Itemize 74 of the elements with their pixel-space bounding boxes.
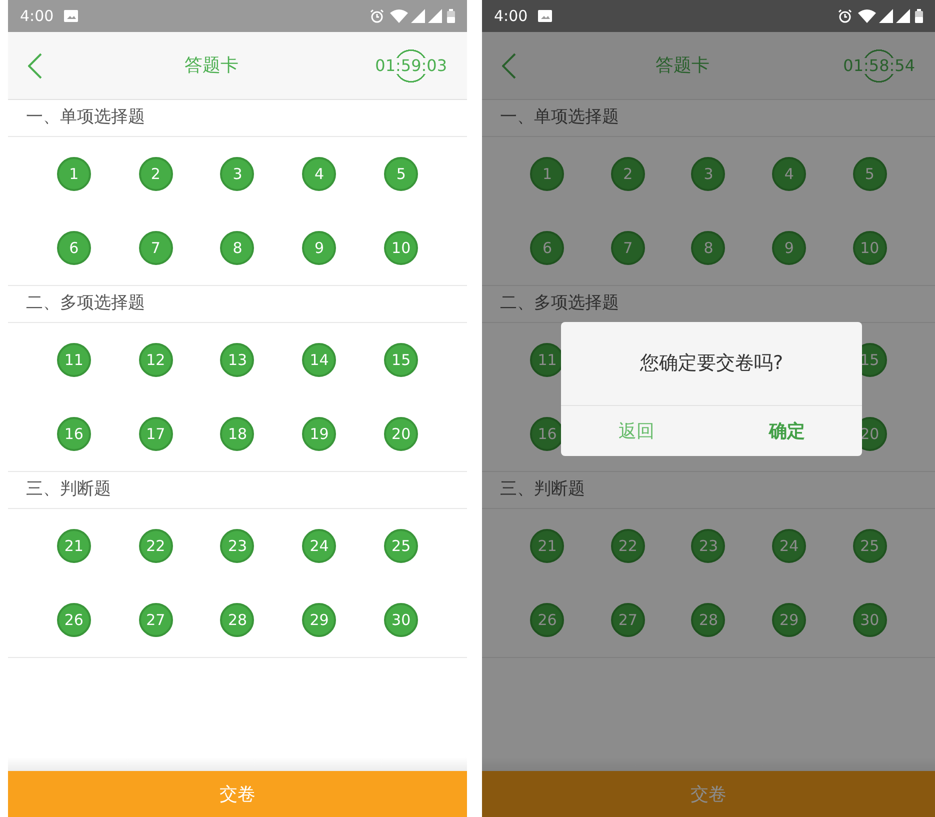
battery-icon: [915, 9, 923, 23]
section-heading: 二、多项选择题: [8, 286, 467, 323]
question-number[interactable]: 28: [691, 603, 726, 637]
question-number[interactable]: 10: [852, 231, 887, 265]
signal-icon: [896, 9, 910, 23]
question-number[interactable]: 5: [384, 157, 418, 191]
question-number[interactable]: 25: [852, 529, 887, 563]
question-number[interactable]: 7: [610, 231, 645, 265]
alarm-icon: [838, 9, 852, 23]
question-number[interactable]: 8: [220, 231, 254, 265]
section-heading: 三、判断题: [8, 472, 467, 509]
question-number[interactable]: 26: [56, 603, 91, 637]
question-number[interactable]: 6: [56, 231, 91, 265]
question-number[interactable]: 24: [302, 529, 336, 563]
section-heading: 一、单项选择题: [482, 100, 935, 137]
question-number[interactable]: 28: [220, 603, 254, 637]
image-icon: [538, 10, 552, 22]
question-number[interactable]: 2: [138, 157, 173, 191]
signal-icon: [428, 9, 442, 23]
battery-icon: [447, 9, 455, 23]
question-number[interactable]: 3: [691, 157, 726, 191]
status-time: 4:00: [20, 6, 54, 27]
question-number[interactable]: 7: [138, 231, 173, 265]
question-number[interactable]: 26: [530, 603, 564, 637]
question-number[interactable]: 21: [56, 529, 91, 563]
submit-button[interactable]: 交卷: [482, 771, 935, 817]
signal-icon: [879, 9, 893, 23]
section-heading: 一、单项选择题: [8, 100, 467, 137]
question-number[interactable]: 12: [138, 343, 173, 377]
page-title: 答题卡: [184, 54, 240, 78]
image-icon: [64, 10, 78, 22]
question-number[interactable]: 15: [384, 343, 418, 377]
question-number[interactable]: 19: [302, 417, 336, 451]
submit-button[interactable]: 交卷: [8, 771, 467, 817]
question-number[interactable]: 2: [610, 157, 645, 191]
question-number[interactable]: 17: [138, 417, 173, 451]
question-number[interactable]: 14: [302, 343, 336, 377]
question-number[interactable]: 4: [302, 157, 336, 191]
question-number[interactable]: 27: [138, 603, 173, 637]
wifi-icon: [858, 9, 876, 23]
question-number[interactable]: 1: [56, 157, 91, 191]
signal-icon: [411, 9, 425, 23]
question-number[interactable]: 1: [530, 157, 564, 191]
question-number[interactable]: 6: [530, 231, 564, 265]
question-number[interactable]: 18: [220, 417, 254, 451]
page-title: 答题卡: [654, 54, 711, 78]
question-number[interactable]: 25: [384, 529, 418, 563]
question-number[interactable]: 22: [610, 529, 645, 563]
question-number[interactable]: 30: [384, 603, 418, 637]
alarm-icon: [370, 9, 384, 23]
question-number[interactable]: 8: [691, 231, 726, 265]
question-number[interactable]: 4: [772, 157, 806, 191]
question-number[interactable]: 27: [610, 603, 645, 637]
question-number[interactable]: 23: [691, 529, 726, 563]
question-number[interactable]: 10: [384, 231, 418, 265]
question-number[interactable]: 29: [302, 603, 336, 637]
question-number[interactable]: 21: [530, 529, 564, 563]
question-number[interactable]: 29: [772, 603, 806, 637]
question-number[interactable]: 5: [852, 157, 887, 191]
section-heading: 三、判断题: [482, 472, 935, 509]
question-number[interactable]: 3: [220, 157, 254, 191]
status-time: 4:00: [494, 6, 528, 27]
question-number[interactable]: 20: [384, 417, 418, 451]
wifi-icon: [390, 9, 408, 23]
question-number[interactable]: 11: [56, 343, 91, 377]
question-number[interactable]: 16: [56, 417, 91, 451]
question-number[interactable]: 22: [138, 529, 173, 563]
question-number[interactable]: 9: [302, 231, 336, 265]
question-number[interactable]: 30: [852, 603, 887, 637]
question-number[interactable]: 23: [220, 529, 254, 563]
dialog-message: 您确定要交卷吗?: [640, 351, 784, 376]
question-number[interactable]: 13: [220, 343, 254, 377]
question-number[interactable]: 24: [772, 529, 806, 563]
question-number[interactable]: 9: [772, 231, 806, 265]
